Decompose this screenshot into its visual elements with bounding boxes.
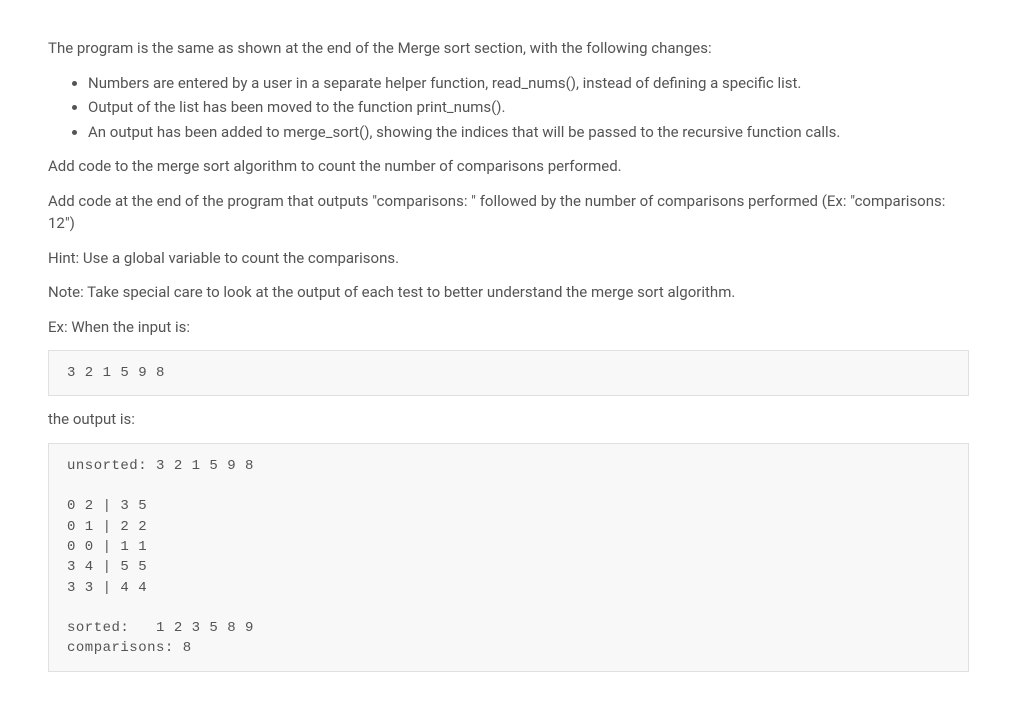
list-item: Numbers are entered by a user in a separ…	[88, 72, 969, 95]
hint-text: Hint: Use a global variable to count the…	[48, 247, 969, 270]
add-output-text: Add code at the end of the program that …	[48, 190, 969, 235]
output-code-block: unsorted: 3 2 1 5 9 8 0 2 | 3 5 0 1 | 2 …	[48, 443, 969, 672]
note-text: Note: Take special care to look at the o…	[48, 281, 969, 304]
add-count-text: Add code to the merge sort algorithm to …	[48, 155, 969, 178]
input-code-block: 3 2 1 5 9 8	[48, 350, 969, 396]
changes-list: Numbers are entered by a user in a separ…	[48, 72, 969, 144]
list-item: An output has been added to merge_sort()…	[88, 121, 969, 144]
output-label: the output is:	[48, 408, 969, 431]
list-item: Output of the list has been moved to the…	[88, 96, 969, 119]
intro-text: The program is the same as shown at the …	[48, 37, 969, 60]
example-label: Ex: When the input is:	[48, 316, 969, 339]
